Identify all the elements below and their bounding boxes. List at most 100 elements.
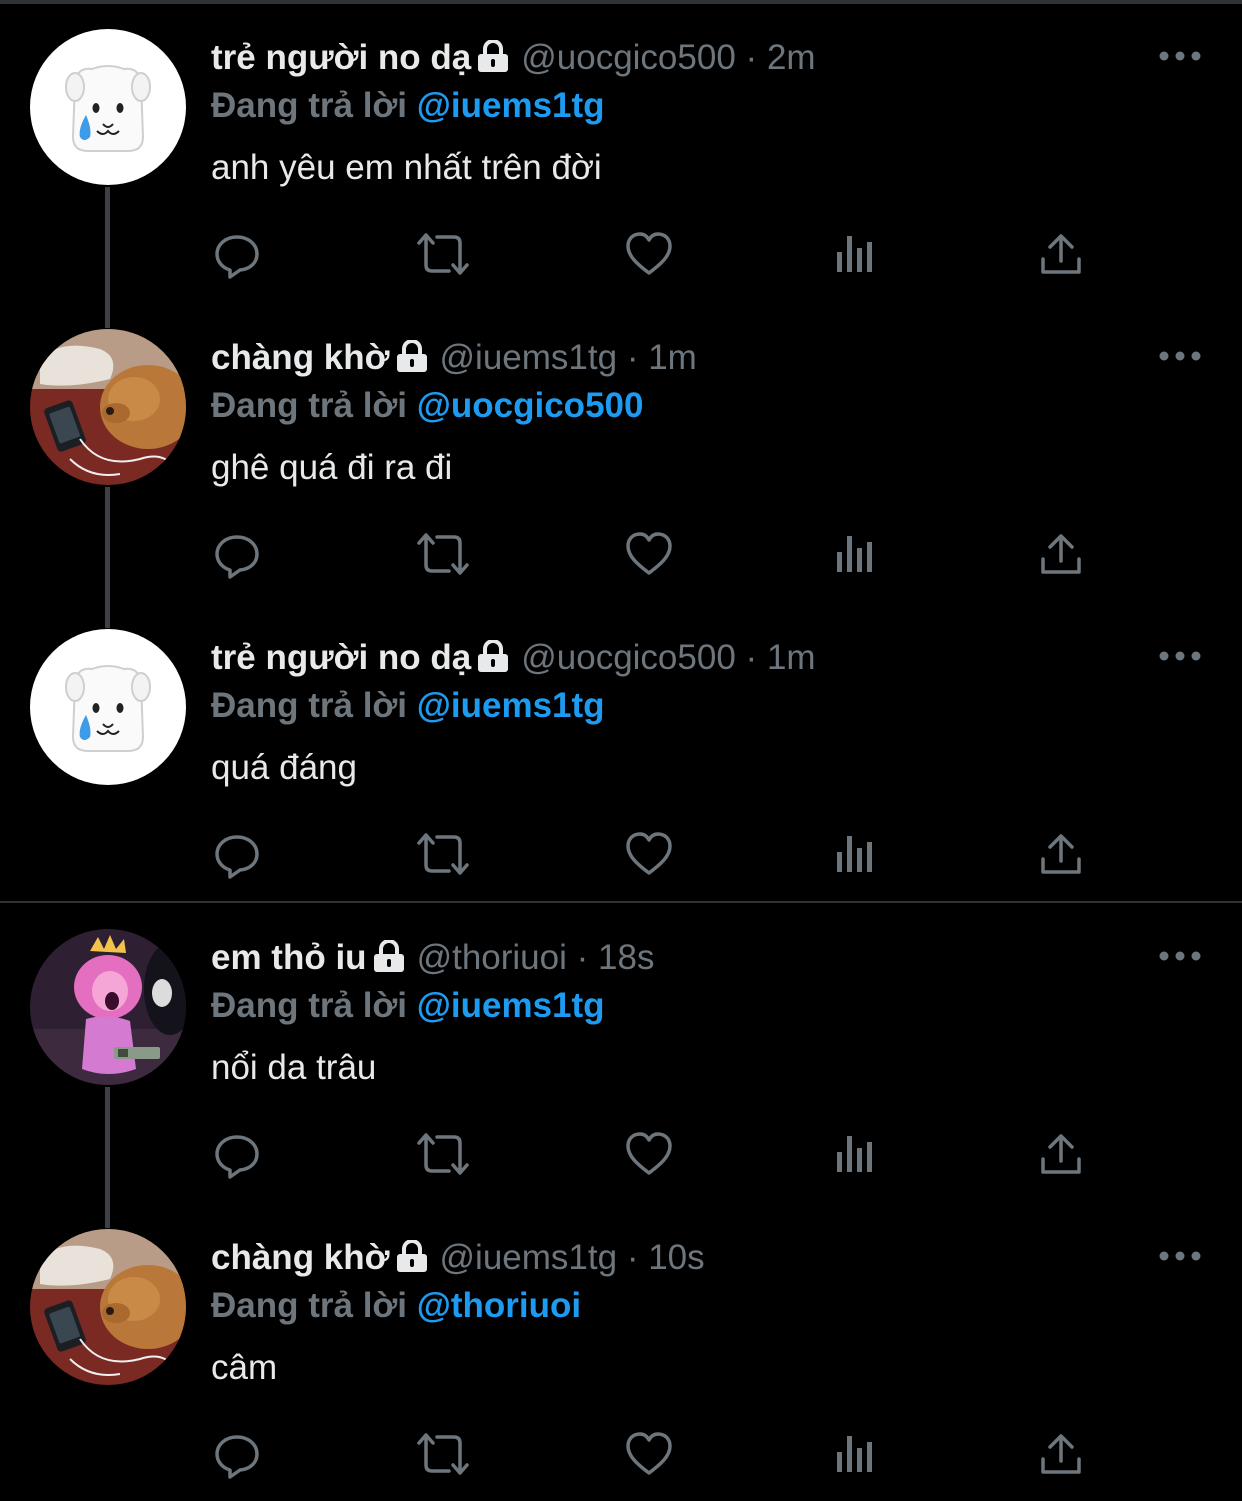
thread-line — [105, 300, 110, 328]
more-icon[interactable] — [1158, 348, 1202, 364]
views-icon[interactable] — [827, 1426, 883, 1482]
avatar[interactable] — [30, 629, 186, 785]
like-icon[interactable] — [621, 1426, 677, 1482]
tweet-header: trẻ người no dạ @uocgico500 · 1m — [211, 636, 816, 683]
reply-icon[interactable] — [209, 226, 265, 282]
reply-context: Đang trả lời @iuems1tg — [211, 684, 605, 728]
timestamp[interactable]: 18s — [598, 938, 654, 977]
mention-link[interactable]: @iuems1tg — [417, 86, 605, 125]
tweet-text: ghê quá đi ra đi — [211, 448, 453, 487]
lock-icon — [371, 939, 407, 983]
tweet-header: trẻ người no dạ @uocgico500 · 2m — [211, 36, 816, 83]
share-icon[interactable] — [1033, 1126, 1089, 1182]
action-bar — [211, 826, 1111, 882]
thread-line — [105, 1200, 110, 1228]
timestamp[interactable]: 1m — [767, 638, 816, 677]
tweet[interactable]: chàng khờ @iuems1tg · 10s Đang trả lời @t… — [0, 1200, 1242, 1500]
lock-icon — [475, 639, 511, 683]
separator: · — [576, 938, 589, 977]
reply-context: Đang trả lời @iuems1tg — [211, 84, 605, 128]
retweet-icon[interactable] — [415, 526, 471, 582]
action-bar — [211, 1426, 1111, 1482]
avatar[interactable] — [30, 1229, 186, 1385]
separator: · — [626, 338, 639, 377]
retweet-icon[interactable] — [415, 1126, 471, 1182]
reply-icon[interactable] — [209, 826, 265, 882]
mention-link[interactable]: @thoriuoi — [417, 1286, 581, 1325]
handle[interactable]: @iuems1tg — [440, 1238, 618, 1277]
action-bar — [211, 526, 1111, 582]
views-icon[interactable] — [827, 526, 883, 582]
like-icon[interactable] — [621, 526, 677, 582]
tweet[interactable]: trẻ người no dạ @uocgico500 · 2m Đang trả… — [0, 0, 1242, 300]
display-name[interactable]: chàng khờ — [211, 338, 390, 377]
like-icon[interactable] — [621, 1126, 677, 1182]
handle[interactable]: @thoriuoi — [417, 938, 567, 977]
more-icon[interactable] — [1158, 48, 1202, 64]
tweet-header: chàng khờ @iuems1tg · 10s — [211, 1236, 705, 1283]
handle[interactable]: @uocgico500 — [521, 38, 736, 77]
like-icon[interactable] — [621, 226, 677, 282]
display-name[interactable]: trẻ người no dạ — [211, 638, 471, 677]
share-icon[interactable] — [1033, 226, 1089, 282]
lock-icon — [394, 339, 430, 383]
handle[interactable]: @iuems1tg — [440, 338, 618, 377]
separator: · — [745, 38, 758, 77]
lock-icon — [394, 1239, 430, 1283]
action-bar — [211, 1126, 1111, 1182]
tweet[interactable]: trẻ người no dạ @uocgico500 · 1m Đang trả… — [0, 600, 1242, 900]
like-icon[interactable] — [621, 826, 677, 882]
share-icon[interactable] — [1033, 526, 1089, 582]
views-icon[interactable] — [827, 826, 883, 882]
reply-label: Đang trả lời — [211, 986, 408, 1025]
timestamp[interactable]: 2m — [767, 38, 816, 77]
mention-link[interactable]: @iuems1tg — [417, 986, 605, 1025]
avatar[interactable] — [30, 929, 186, 1085]
thread-line — [105, 1087, 110, 1200]
reply-label: Đang trả lời — [211, 686, 408, 725]
mention-link[interactable]: @uocgico500 — [417, 386, 644, 425]
reply-context: Đang trả lời @uocgico500 — [211, 384, 643, 428]
avatar[interactable] — [30, 29, 186, 185]
mention-link[interactable]: @iuems1tg — [417, 686, 605, 725]
reply-label: Đang trả lời — [211, 86, 408, 125]
reply-icon[interactable] — [209, 526, 265, 582]
tweet-header: em thỏ iu @thoriuoi · 18s — [211, 936, 654, 983]
display-name[interactable]: chàng khờ — [211, 1238, 390, 1277]
separator: · — [626, 1238, 639, 1277]
share-icon[interactable] — [1033, 826, 1089, 882]
display-name[interactable]: trẻ người no dạ — [211, 38, 471, 77]
more-icon[interactable] — [1158, 1248, 1202, 1264]
tweet[interactable]: chàng khờ @iuems1tg · 1m Đang trả lời @uo… — [0, 300, 1242, 600]
thread-line — [105, 187, 110, 300]
separator: · — [745, 638, 758, 677]
thread-line — [105, 487, 110, 600]
timestamp[interactable]: 10s — [648, 1238, 704, 1277]
lock-icon — [475, 39, 511, 83]
display-name[interactable]: em thỏ iu — [211, 938, 367, 977]
timestamp[interactable]: 1m — [648, 338, 697, 377]
reply-label: Đang trả lời — [211, 1286, 408, 1325]
views-icon[interactable] — [827, 226, 883, 282]
reply-icon[interactable] — [209, 1426, 265, 1482]
retweet-icon[interactable] — [415, 1426, 471, 1482]
thread-line — [105, 600, 110, 628]
more-icon[interactable] — [1158, 948, 1202, 964]
more-icon[interactable] — [1158, 648, 1202, 664]
avatar[interactable] — [30, 329, 186, 485]
reply-label: Đang trả lời — [211, 386, 408, 425]
tweet-text: câm — [211, 1348, 278, 1387]
tweet-text: nổi da trâu — [211, 1048, 377, 1087]
handle[interactable]: @uocgico500 — [521, 638, 736, 677]
action-bar — [211, 226, 1111, 282]
tweet-header: chàng khờ @iuems1tg · 1m — [211, 336, 697, 383]
share-icon[interactable] — [1033, 1426, 1089, 1482]
reply-context: Đang trả lời @iuems1tg — [211, 984, 605, 1028]
reply-icon[interactable] — [209, 1126, 265, 1182]
views-icon[interactable] — [827, 1126, 883, 1182]
retweet-icon[interactable] — [415, 826, 471, 882]
retweet-icon[interactable] — [415, 226, 471, 282]
tweet[interactable]: em thỏ iu @thoriuoi · 18s Đang trả lời @i… — [0, 900, 1242, 1200]
tweet-text: anh yêu em nhất trên đời — [211, 148, 602, 187]
tweet-text: quá đáng — [211, 748, 357, 787]
